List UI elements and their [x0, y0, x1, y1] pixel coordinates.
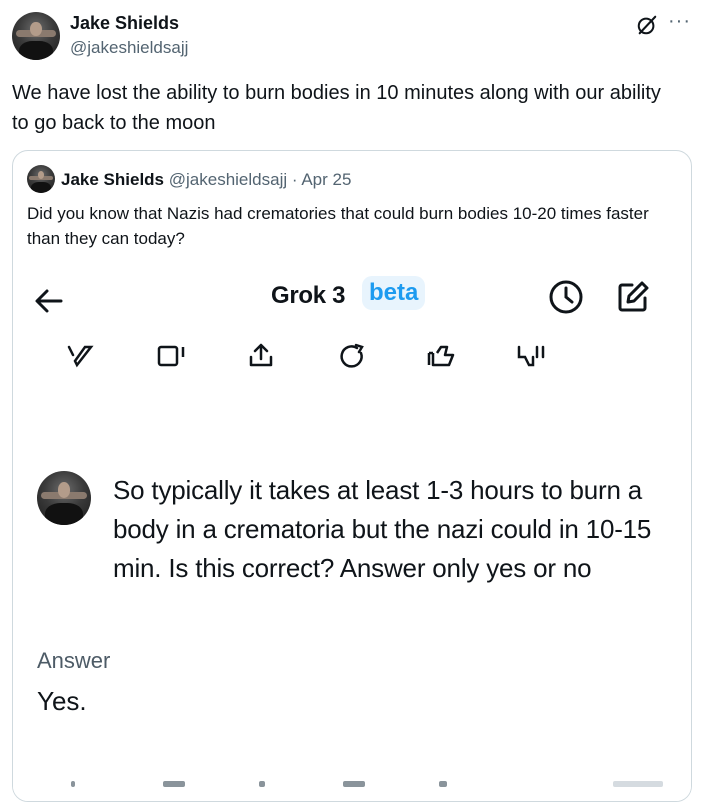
- compose-icon: [618, 281, 649, 312]
- cropped-mark: [259, 781, 265, 787]
- grok-title: Grok 3: [271, 282, 346, 309]
- quote-text: Did you know that Nazis had crematories …: [27, 204, 649, 248]
- author-avatar[interactable]: [12, 12, 60, 60]
- more-icon[interactable]: ···: [668, 10, 691, 33]
- avatar-head: [30, 21, 42, 36]
- cropped-mark: [163, 781, 185, 787]
- quote-author-handle: @jakeshieldsajj: [168, 170, 288, 189]
- cropped-icon-row: [13, 761, 691, 801]
- beta-badge: beta: [362, 276, 426, 310]
- quote-date: Apr 25: [301, 170, 352, 189]
- tweet-text: We have lost the ability to burn bodies …: [12, 82, 661, 134]
- cropped-mark: [439, 781, 447, 787]
- quoted-tweet-card[interactable]: Jake Shields @jakeshieldsajj · Apr 25 Di…: [12, 150, 692, 802]
- cropped-mark: [343, 781, 365, 787]
- quote-separator: ·: [291, 170, 298, 189]
- regenerate-icon: [340, 343, 364, 368]
- avatar-shirt: [45, 503, 83, 525]
- share-icon: [249, 343, 273, 367]
- avatar-shirt: [19, 40, 53, 60]
- avatar-shirt: [31, 181, 51, 193]
- grok-icon[interactable]: [636, 14, 658, 36]
- answer-label: Answer: [37, 648, 111, 673]
- brush-icon: [67, 345, 94, 368]
- back-arrow-icon: [35, 289, 63, 313]
- cropped-mark: [613, 781, 663, 787]
- quote-author-avatar: [27, 165, 55, 193]
- quote-header: Jake Shields @jakeshieldsajj · Apr 25: [61, 170, 351, 190]
- cropped-mark: [71, 781, 75, 787]
- author-handle[interactable]: @jakeshieldsajj: [70, 38, 188, 58]
- grok-user-avatar: [37, 471, 91, 525]
- quote-author-name: Jake Shields: [61, 170, 165, 189]
- history-icon: [549, 280, 583, 314]
- thumbs-down-icon: [517, 345, 545, 367]
- grok-question: So typically it takes at least 1-3 hours…: [113, 475, 652, 583]
- grok-screenshot: Grok 3 beta So typically it takes at lea…: [13, 271, 691, 801]
- thumbs-up-icon: [427, 345, 455, 367]
- copy-icon: [157, 345, 185, 367]
- answer-value: Yes.: [37, 686, 87, 716]
- author-name[interactable]: Jake Shields: [70, 13, 179, 34]
